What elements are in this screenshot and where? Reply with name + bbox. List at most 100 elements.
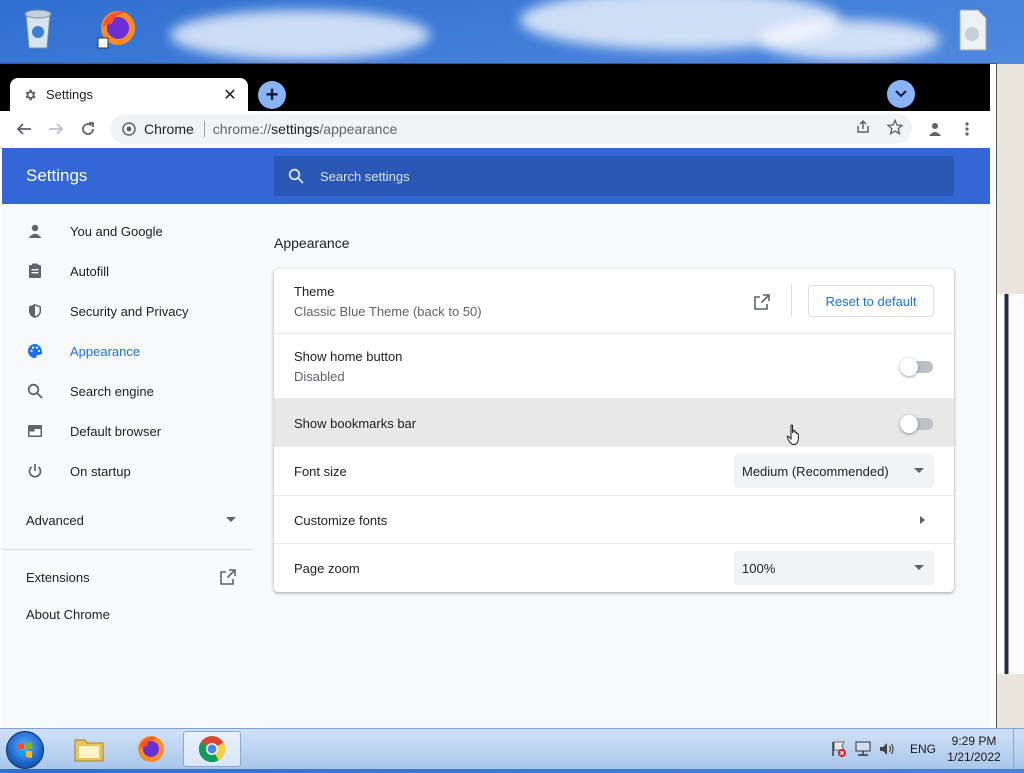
cloud bbox=[170, 10, 430, 60]
open-theme-icon[interactable] bbox=[752, 292, 772, 312]
network-icon[interactable] bbox=[854, 740, 872, 758]
search-input[interactable] bbox=[318, 167, 922, 185]
arrow-right-icon bbox=[920, 516, 925, 524]
windows-logo-icon bbox=[18, 742, 32, 758]
forward-button[interactable] bbox=[44, 117, 68, 141]
language-indicator[interactable]: ENG bbox=[910, 742, 936, 756]
home-button-toggle[interactable] bbox=[900, 358, 934, 376]
page-title: Settings bbox=[26, 166, 88, 185]
firefox-desktop-icon[interactable] bbox=[92, 6, 140, 53]
settings-content: You and Google Autofill Security and Pri… bbox=[2, 204, 990, 728]
action-center-flag-icon[interactable] bbox=[830, 740, 848, 758]
home-button-label: Show home button bbox=[294, 349, 403, 364]
reload-button[interactable] bbox=[76, 117, 100, 141]
reload-icon bbox=[82, 122, 94, 135]
home-button-row[interactable]: Show home button Disabled bbox=[274, 333, 954, 398]
open-in-new-icon bbox=[220, 569, 236, 585]
sidebar-item-label: Appearance bbox=[70, 343, 141, 359]
caret-down-icon bbox=[226, 517, 236, 522]
gear-icon bbox=[22, 87, 38, 103]
recycle-bin-icon bbox=[24, 9, 52, 49]
start-button[interactable] bbox=[6, 731, 44, 769]
sidebar-advanced-toggle[interactable]: Advanced bbox=[26, 508, 236, 532]
new-tab-button[interactable]: + bbox=[258, 81, 286, 109]
person-icon bbox=[929, 123, 941, 136]
tab-title: Settings bbox=[46, 87, 93, 102]
profile-button[interactable] bbox=[926, 120, 944, 138]
sidebar-item-extensions[interactable]: Extensions bbox=[26, 566, 236, 588]
cloud bbox=[760, 20, 940, 60]
dropdown-caret-icon bbox=[914, 565, 924, 570]
page-zoom-label: Page zoom bbox=[294, 561, 360, 576]
chevron-down-icon bbox=[895, 90, 907, 98]
tab-strip: Settings ✕ + bbox=[0, 64, 990, 111]
browser-window-icon bbox=[26, 422, 44, 440]
show-desktop-button[interactable] bbox=[1013, 729, 1024, 769]
reset-theme-button[interactable]: Reset to default bbox=[808, 285, 934, 317]
back-button[interactable] bbox=[12, 117, 36, 141]
taskbar-clock[interactable]: 9:29 PM 1/21/2022 bbox=[936, 733, 1012, 765]
page-zoom-row: Page zoom 100% bbox=[274, 543, 954, 592]
customize-fonts-row[interactable]: Customize fonts bbox=[274, 495, 954, 543]
site-chip: Chrome bbox=[144, 121, 194, 137]
sidebar-divider bbox=[2, 549, 252, 550]
settings-header: Settings bbox=[2, 148, 990, 204]
theme-value: Classic Blue Theme (back to 50) bbox=[294, 304, 482, 319]
sidebar-item-security-and-privacy[interactable]: Security and Privacy bbox=[2, 291, 252, 331]
tab-settings[interactable]: Settings ✕ bbox=[10, 78, 248, 111]
theme-label: Theme bbox=[294, 284, 335, 299]
sidebar-item-on-startup[interactable]: On startup bbox=[2, 451, 252, 491]
sidebar-item-search-engine[interactable]: Search engine bbox=[2, 371, 252, 411]
taskbar-chrome[interactable] bbox=[183, 731, 241, 767]
sidebar-item-label: On startup bbox=[70, 463, 131, 479]
tab-search-button[interactable] bbox=[887, 80, 915, 108]
arrow-left-icon bbox=[16, 123, 31, 135]
sidebar-item-autofill[interactable]: Autofill bbox=[2, 251, 252, 291]
toolbar: Chrome chrome:// settings /appearance bbox=[0, 111, 990, 149]
clock-time: 9:29 PM bbox=[951, 734, 997, 748]
share-button[interactable] bbox=[854, 118, 872, 136]
bookmarks-bar-toggle[interactable] bbox=[900, 415, 934, 433]
appearance-card: Theme Classic Blue Theme (back to 50) Re… bbox=[274, 269, 954, 592]
share-icon bbox=[857, 119, 869, 133]
sidebar-item-appearance[interactable]: Appearance bbox=[2, 331, 252, 371]
sidebar-item-default-browser[interactable]: Default browser bbox=[2, 411, 252, 451]
taskbar-firefox[interactable] bbox=[122, 731, 180, 767]
bookmark-star-button[interactable] bbox=[886, 118, 904, 136]
recycle-bin-desktop-icon[interactable] bbox=[14, 6, 62, 53]
taskbar: ENG 9:29 PM 1/21/2022 bbox=[0, 728, 1024, 769]
row-divider bbox=[791, 285, 792, 317]
arrow-right-icon bbox=[49, 123, 64, 135]
sidebar-item-you-and-google[interactable]: You and Google bbox=[2, 211, 252, 251]
toggle-knob bbox=[900, 358, 918, 376]
sidebar-item-label: Search engine bbox=[70, 383, 154, 399]
close-tab-icon[interactable]: ✕ bbox=[222, 87, 238, 104]
sidebar-item-about-chrome[interactable]: About Chrome bbox=[26, 607, 110, 622]
toggle-knob bbox=[900, 415, 918, 433]
firefox-icon bbox=[138, 736, 164, 762]
bookmarks-bar-row[interactable]: Show bookmarks bar bbox=[274, 398, 954, 446]
menu-button[interactable] bbox=[958, 120, 976, 138]
url-host: settings bbox=[271, 121, 320, 137]
volume-icon[interactable] bbox=[878, 740, 896, 758]
font-size-select[interactable]: Medium (Recommended) bbox=[734, 454, 934, 488]
font-size-row: Font size Medium (Recommended) bbox=[274, 446, 954, 495]
sidebar-item-label: Autofill bbox=[70, 263, 110, 279]
person-icon bbox=[26, 222, 44, 240]
shield-icon bbox=[26, 302, 44, 320]
clock-date: 1/21/2022 bbox=[947, 750, 1001, 764]
address-bar[interactable]: Chrome chrome:// settings /appearance bbox=[110, 114, 912, 144]
document-icon bbox=[959, 9, 987, 51]
clipboard-icon bbox=[26, 262, 44, 280]
palette-icon bbox=[26, 342, 44, 360]
power-icon bbox=[26, 462, 44, 480]
search-icon bbox=[26, 382, 44, 400]
more-vert-icon bbox=[965, 122, 969, 136]
taskbar-file-explorer[interactable] bbox=[60, 731, 118, 767]
sidebar-item-label: Default browser bbox=[70, 423, 162, 439]
system-tray: ENG bbox=[830, 729, 936, 769]
settings-search[interactable] bbox=[274, 156, 954, 196]
url-scheme: chrome:// bbox=[212, 121, 272, 137]
file-desktop-icon[interactable] bbox=[948, 8, 996, 55]
page-zoom-select[interactable]: 100% bbox=[734, 551, 934, 585]
